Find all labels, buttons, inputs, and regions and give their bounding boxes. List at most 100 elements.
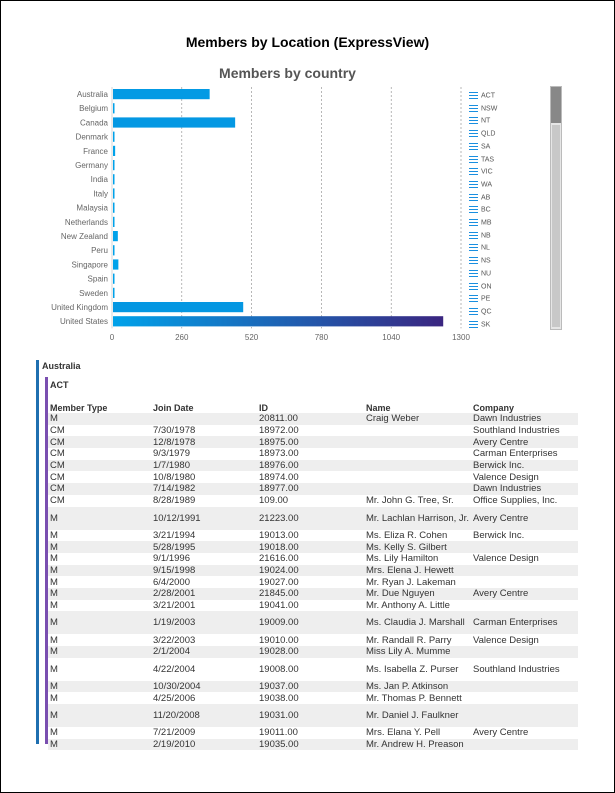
id-cell: 19024.00 [257,564,364,577]
bar-india[interactable] [113,174,115,185]
x-tick-label: 520 [245,333,259,342]
legend-bars-icon [469,142,478,150]
y-category-label: France [83,147,108,156]
member-type-cell: M [48,646,151,658]
bar-singapore[interactable] [113,259,119,270]
id-cell: 19037.00 [257,680,364,693]
id-cell: 19010.00 [257,634,364,646]
bar-malaysia[interactable] [113,202,115,213]
member-type-cell: M [48,599,151,612]
legend-item[interactable]: NS [469,257,491,264]
x-tick-label: 0 [110,333,115,342]
id-cell: 19031.00 [257,704,364,728]
company-cell: Carman Enterprises [471,448,578,460]
table-row: M 2/19/2010 19035.00 Mr. Andrew H. Preason [48,738,578,751]
company-cell: Dawn Industries [471,413,578,425]
id-cell: 109.00 [257,494,364,507]
legend-item[interactable]: PE [469,295,490,303]
legend-item[interactable]: NU [469,269,491,277]
bar-france[interactable] [113,145,116,156]
legend-bars-icon [469,104,478,112]
y-category-label: Singapore [72,260,109,269]
bar-united-states[interactable] [113,316,444,327]
legend-item[interactable]: MB [469,219,492,226]
name-cell: Mr. Lachlan Harrison, Jr. [364,506,471,530]
bar-sweden[interactable] [113,287,115,298]
member-type-cell: CM [48,471,151,484]
bar-italy[interactable] [113,188,115,199]
bar-netherlands[interactable] [113,216,115,227]
y-category-label: Netherlands [65,218,108,227]
company-cell: Avery Centre [471,727,578,739]
legend-item[interactable]: WA [469,180,492,188]
id-cell: 21616.00 [257,552,364,565]
legend-item[interactable]: QLD [469,130,495,137]
name-cell: Mr. Anthony A. Little [364,599,471,612]
legend-item[interactable]: NB [469,231,491,239]
id-cell: 21223.00 [257,506,364,530]
legend-label: QLD [481,130,496,138]
legend-item[interactable]: AB [469,193,490,201]
legend-item[interactable]: NL [469,244,490,252]
bar-belgium[interactable] [113,103,115,114]
join-date-cell: 2/28/2001 [151,587,257,600]
company-cell: Carman Enterprises [471,611,578,635]
legend-item[interactable]: NT [469,117,490,125]
legend-bars-icon [469,130,478,138]
chart-title: Members by country [219,65,356,81]
join-date-cell: 1/7/1980 [151,459,257,472]
legend-item[interactable]: SA [469,142,490,150]
legend-bars-icon [469,257,478,265]
bar-denmark[interactable] [113,131,115,142]
name-cell: Ms. Eliza R. Cohen [364,529,471,542]
bar-united-kingdom[interactable] [113,302,244,313]
join-date-cell: 7/21/2009 [151,727,257,739]
legend-label: NL [481,244,490,252]
legend-label: QC [481,308,492,316]
legend-item[interactable]: VIC [469,168,493,176]
bar-peru[interactable] [113,245,115,256]
company-cell: Valence Design [471,634,578,646]
bar-spain[interactable] [113,273,115,284]
company-cell: Avery Centre [471,506,578,530]
legend-item[interactable]: ON [469,282,492,290]
col-header-join-date: Join Date [153,402,194,413]
table-row: M 5/28/1995 19018.00 Ms. Kelly S. Gilbert [48,541,578,553]
legend-scrollbar[interactable] [550,86,562,330]
legend-item[interactable]: NSW [469,104,497,112]
scrollbar-thumb[interactable] [552,125,560,327]
legend-item[interactable]: ACT [469,92,495,99]
y-category-label: Italy [93,189,108,198]
name-cell [364,459,471,472]
legend-item[interactable]: BC [469,206,491,214]
member-type-cell: M [48,704,151,728]
member-type-cell: M [48,611,151,635]
legend-item[interactable]: QC [469,307,492,316]
bar-new-zealand[interactable] [113,231,118,242]
group-header-country: Australia [42,361,81,371]
name-cell [364,436,471,449]
legend-label: MB [481,219,492,227]
y-category-label: Denmark [76,133,109,142]
company-cell: Avery Centre [471,436,578,449]
members-table: Member Type Join Date ID Name Company M2… [48,402,578,751]
table-row: M 2/1/2004 19028.00 Miss Lily A. Mumme [48,646,578,658]
legend-bars-icon [469,117,478,125]
table-row: M 6/4/2000 19027.00 Mr. Ryan J. Lakeman [48,576,578,588]
bar-canada[interactable] [113,117,236,128]
id-cell: 19013.00 [257,529,364,542]
join-date-cell: 2/19/2010 [151,738,257,751]
name-cell: Mr. Daniel J. Faulkner [364,704,471,728]
id-cell: 19027.00 [257,576,364,588]
name-cell [364,448,471,460]
legend-item[interactable]: SK [469,320,490,328]
legend-bars-icon [469,231,478,239]
id-cell: 18974.00 [257,471,364,484]
name-cell [364,424,471,437]
join-date-cell: 12/8/1978 [151,436,257,449]
bar-australia[interactable] [113,89,210,100]
name-cell: Craig Weber [364,413,471,425]
bar-germany[interactable] [113,160,115,171]
legend-item[interactable]: TAS [469,155,494,163]
col-header-name: Name [366,402,391,413]
